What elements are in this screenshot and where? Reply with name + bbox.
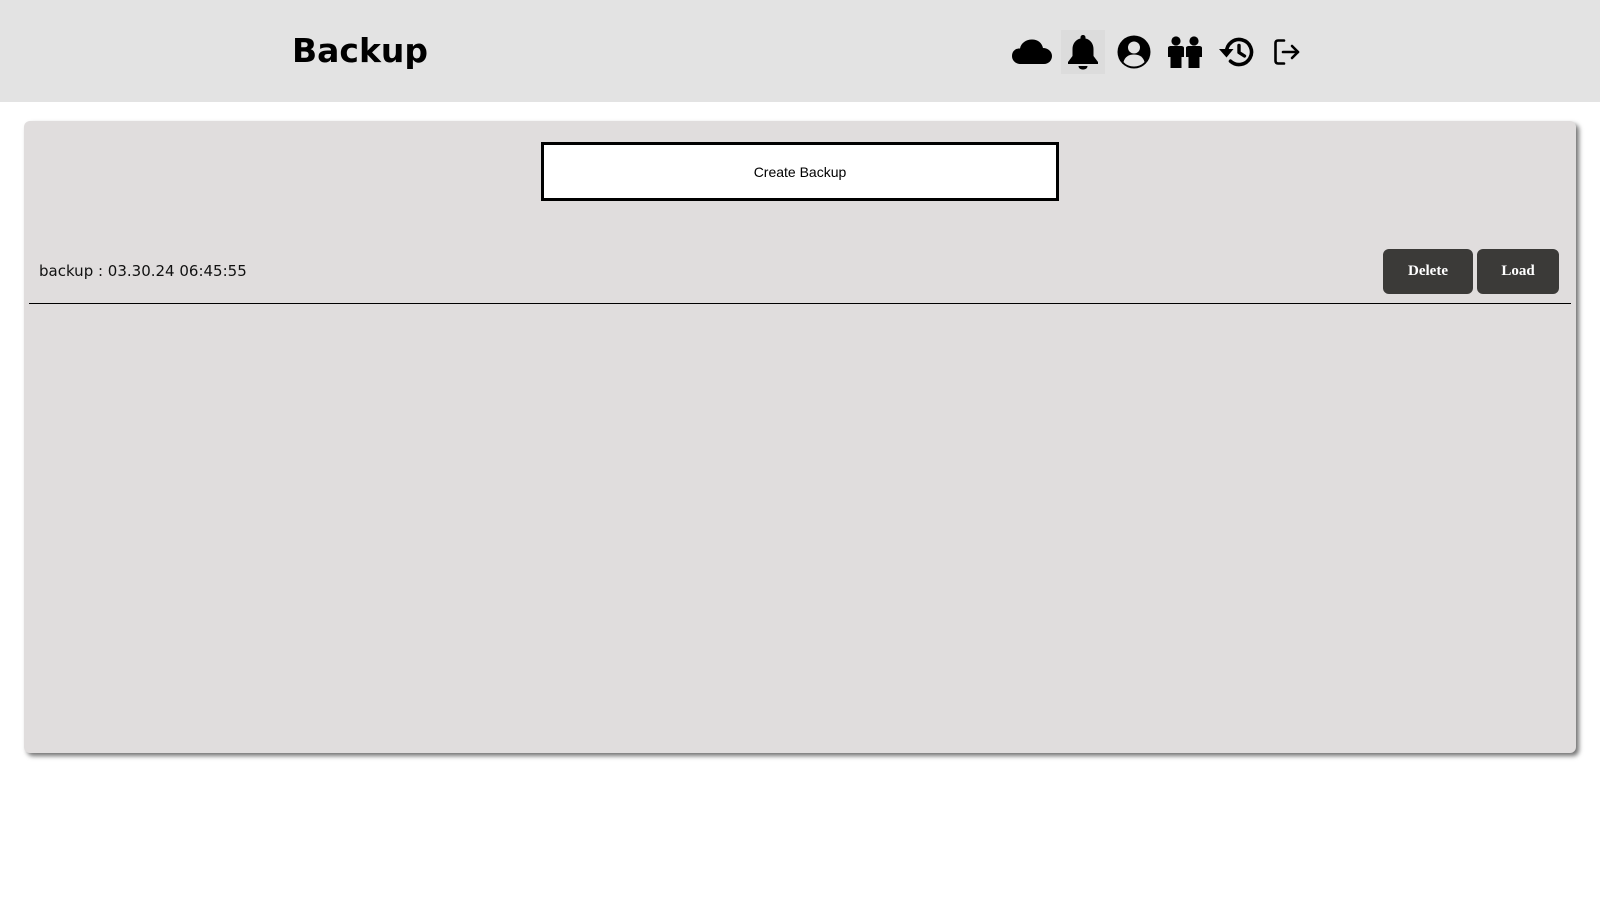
backup-panel: Create Backup backup : 03.30.24 06:45:55… [24,121,1576,753]
top-bar: Backup [0,0,1600,102]
create-backup-button[interactable]: Create Backup [541,142,1059,201]
bell-icon[interactable] [1061,30,1105,74]
cloud-icon[interactable] [1010,30,1054,74]
user-circle-icon[interactable] [1112,30,1156,74]
header-icon-bar [1010,30,1316,74]
logout-icon[interactable] [1265,30,1309,74]
history-icon[interactable] [1214,30,1258,74]
delete-backup-button[interactable]: Delete [1383,249,1473,294]
backup-item-label: backup : 03.30.24 06:45:55 [39,262,247,280]
load-backup-button[interactable]: Load [1477,249,1559,294]
page-title: Backup [292,31,429,70]
users-icon[interactable] [1163,30,1207,74]
backup-list-item: backup : 03.30.24 06:45:55 Delete Load [29,245,1571,304]
